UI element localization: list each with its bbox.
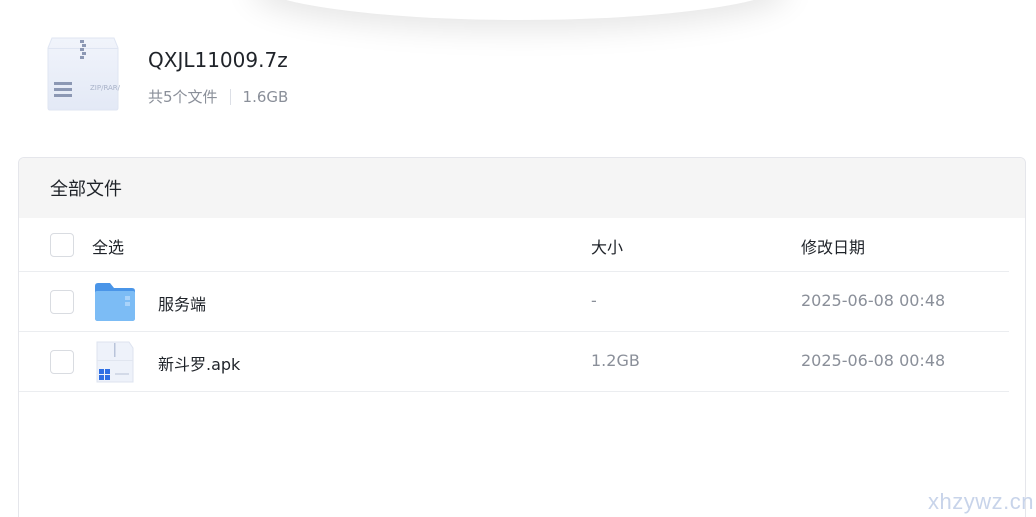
file-name[interactable]: 服务端 [158, 291, 206, 315]
archive-meta: 共5个文件 1.6GB [148, 86, 288, 107]
select-all-label[interactable]: 全选 [92, 234, 124, 258]
select-all-checkbox[interactable] [50, 233, 74, 257]
top-shadow-decoration [250, 0, 790, 20]
archive-header: ZIP/RAR/7Z QXJL11009.7z 共5个文件 1.6GB [46, 36, 646, 116]
file-size: 1.2GB [591, 351, 640, 370]
windows-file-icon [96, 341, 134, 383]
panel-title: 全部文件 [19, 158, 1025, 218]
file-list-panel: 全部文件 全选 大小 修改日期 服务端 - 2025-06-08 00:48 新… [18, 157, 1026, 517]
file-modified: 2025-06-08 00:48 [801, 351, 946, 370]
watermark-text: xhzywz.cn [928, 489, 1034, 514]
table-header-row: 全选 大小 修改日期 [19, 218, 1009, 272]
archive-size: 1.6GB [242, 87, 289, 106]
folder-icon [95, 283, 135, 321]
file-name[interactable]: 新斗罗.apk [158, 351, 240, 375]
column-header-size: 大小 [591, 238, 624, 257]
file-modified: 2025-06-08 00:48 [801, 291, 946, 310]
zip-archive-icon: ZIP/RAR/7Z [47, 37, 120, 111]
archive-file-count: 共5个文件 [148, 88, 218, 106]
row-checkbox[interactable] [50, 350, 74, 374]
meta-divider [229, 88, 231, 105]
table-row[interactable]: 新斗罗.apk 1.2GB 2025-06-08 00:48 [19, 332, 1009, 392]
archive-icon-text: ZIP/RAR/7Z [90, 84, 120, 92]
column-header-modified: 修改日期 [801, 238, 866, 257]
row-checkbox[interactable] [50, 290, 74, 314]
file-size: - [591, 291, 597, 310]
table-row[interactable]: 服务端 - 2025-06-08 00:48 [19, 272, 1009, 332]
archive-name: QXJL11009.7z [148, 48, 288, 72]
